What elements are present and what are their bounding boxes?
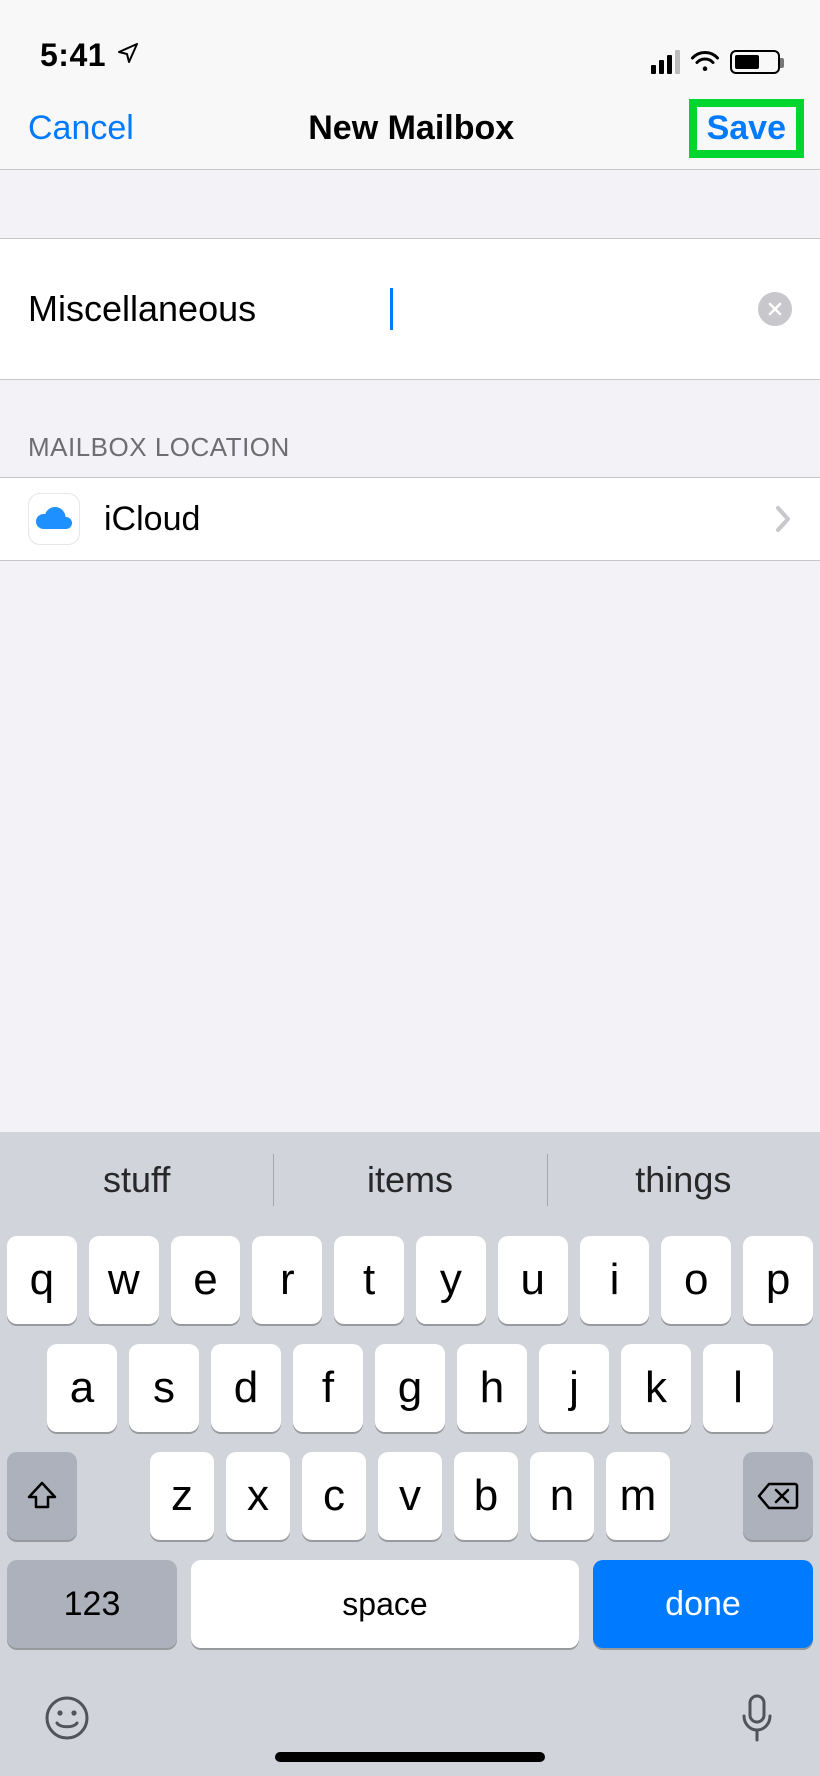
section-header-location: MAILBOX LOCATION (0, 380, 820, 477)
key-n[interactable]: n (530, 1452, 594, 1540)
clear-text-button[interactable] (758, 292, 792, 326)
key-l[interactable]: l (703, 1344, 773, 1432)
dictation-button[interactable] (738, 1692, 776, 1749)
key-i[interactable]: i (580, 1236, 650, 1324)
key-w[interactable]: w (89, 1236, 159, 1324)
key-f[interactable]: f (293, 1344, 363, 1432)
suggestion-1[interactable]: stuff (0, 1132, 273, 1228)
status-bar: 5:41 (0, 0, 820, 88)
keyboard-row-1: q w e r t y u i o p (7, 1236, 813, 1324)
cellular-signal-icon (651, 50, 680, 74)
mailbox-location-row[interactable]: iCloud (0, 477, 820, 561)
shift-key[interactable] (7, 1452, 77, 1540)
key-y[interactable]: y (416, 1236, 486, 1324)
chevron-right-icon (774, 504, 792, 534)
key-p[interactable]: p (743, 1236, 813, 1324)
key-t[interactable]: t (334, 1236, 404, 1324)
key-k[interactable]: k (621, 1344, 691, 1432)
save-button-highlight: Save (689, 99, 804, 158)
keyboard-row-2: a s d f g h j k l (7, 1344, 813, 1432)
keyboard: stuff items things q w e r t y u i o p a… (0, 1132, 820, 1776)
key-q[interactable]: q (7, 1236, 77, 1324)
wifi-icon (690, 50, 720, 74)
key-o[interactable]: o (661, 1236, 731, 1324)
nav-bar: Cancel New Mailbox Save (0, 88, 820, 170)
suggestion-2[interactable]: items (273, 1132, 546, 1228)
suggestion-bar: stuff items things (0, 1132, 820, 1228)
key-c[interactable]: c (302, 1452, 366, 1540)
home-indicator[interactable] (275, 1752, 545, 1762)
save-button[interactable]: Save (707, 109, 786, 148)
key-d[interactable]: d (211, 1344, 281, 1432)
key-u[interactable]: u (498, 1236, 568, 1324)
key-j[interactable]: j (539, 1344, 609, 1432)
key-h[interactable]: h (457, 1344, 527, 1432)
emoji-button[interactable] (44, 1695, 90, 1746)
key-m[interactable]: m (606, 1452, 670, 1540)
key-z[interactable]: z (150, 1452, 214, 1540)
space-key[interactable]: space (191, 1560, 579, 1648)
keyboard-row-4: 123 space done (7, 1560, 813, 1648)
mailbox-name-row[interactable]: Miscellaneous (0, 238, 820, 380)
mailbox-location-label: iCloud (104, 500, 750, 539)
page-title: New Mailbox (308, 109, 514, 148)
key-e[interactable]: e (171, 1236, 241, 1324)
text-cursor (390, 288, 393, 330)
content-area: Miscellaneous MAILBOX LOCATION iCloud (0, 170, 820, 561)
key-x[interactable]: x (226, 1452, 290, 1540)
backspace-key[interactable] (743, 1452, 813, 1540)
suggestion-3[interactable]: things (547, 1132, 820, 1228)
battery-icon (730, 50, 780, 74)
key-r[interactable]: r (252, 1236, 322, 1324)
key-a[interactable]: a (47, 1344, 117, 1432)
status-time: 5:41 (40, 37, 106, 74)
key-g[interactable]: g (375, 1344, 445, 1432)
numbers-key[interactable]: 123 (7, 1560, 177, 1648)
done-key[interactable]: done (593, 1560, 813, 1648)
key-v[interactable]: v (378, 1452, 442, 1540)
key-s[interactable]: s (129, 1344, 199, 1432)
keyboard-row-3: z x c v b n m (7, 1452, 813, 1540)
icloud-icon (28, 493, 80, 545)
key-b[interactable]: b (454, 1452, 518, 1540)
cancel-button[interactable]: Cancel (28, 109, 134, 148)
mailbox-name-input[interactable]: Miscellaneous (28, 288, 394, 330)
location-arrow-icon (116, 41, 140, 70)
